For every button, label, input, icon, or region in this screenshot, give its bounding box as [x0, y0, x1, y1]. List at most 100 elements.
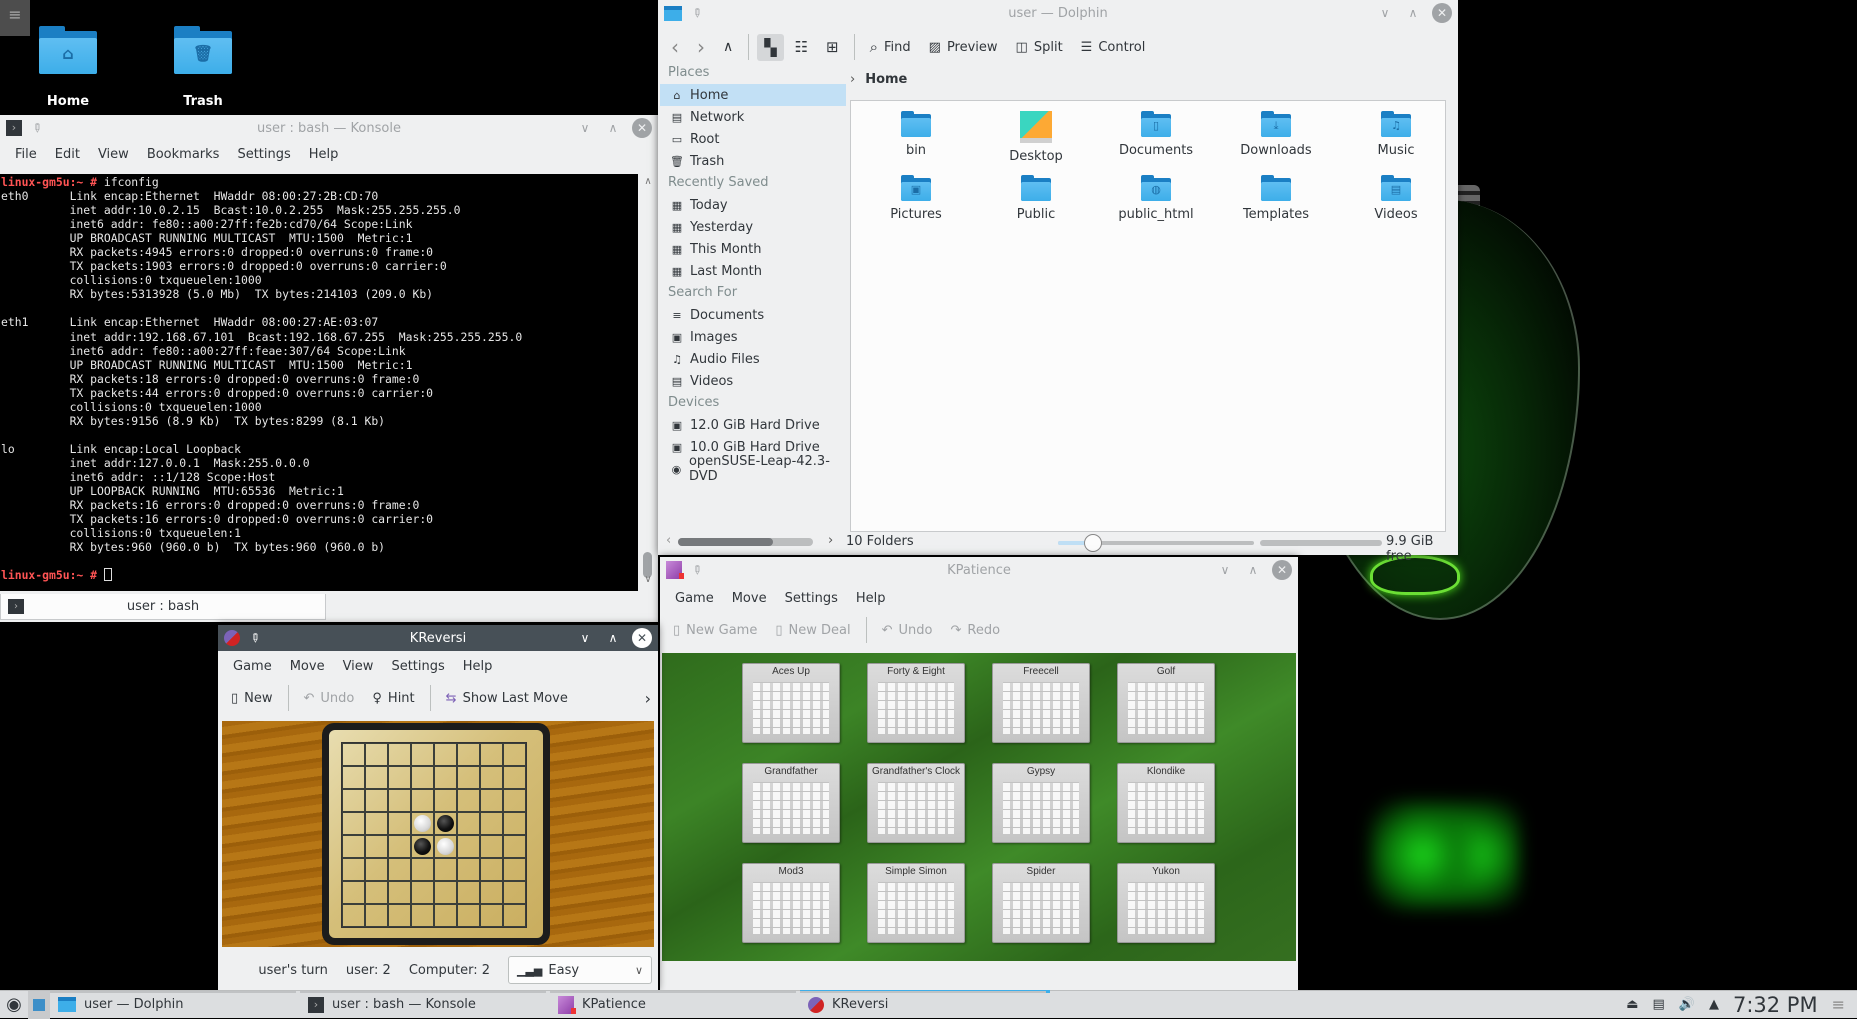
board-cell[interactable]: [411, 904, 434, 927]
file-view[interactable]: bin Desktop ▯ Documents ⤓ Downloads ♫ Music ▣ Pic…: [850, 100, 1446, 532]
minimize-button[interactable]: ∨: [1376, 4, 1394, 22]
game-spider[interactable]: Spider: [992, 863, 1090, 943]
split-button[interactable]: ◫ Split: [1009, 36, 1070, 59]
board-cell[interactable]: [365, 881, 388, 904]
board-cell[interactable]: [365, 789, 388, 812]
menu-edit[interactable]: Edit: [46, 147, 89, 162]
game-freecell[interactable]: Freecell: [992, 663, 1090, 743]
menu-settings[interactable]: Settings: [382, 659, 453, 674]
close-button[interactable]: ✕: [632, 118, 652, 138]
board-cell[interactable]: [480, 812, 503, 835]
close-button[interactable]: ✕: [632, 628, 652, 648]
clipboard-icon[interactable]: ▤: [1652, 997, 1664, 1012]
menu-game[interactable]: Game: [224, 659, 281, 674]
scroll-up-icon[interactable]: ∧: [638, 176, 658, 187]
recent-item-today[interactable]: ▦ Today: [658, 194, 846, 216]
board-cell[interactable]: [480, 835, 503, 858]
board-cell[interactable]: [434, 904, 457, 927]
application-launcher-icon[interactable]: ◉: [0, 994, 28, 1015]
board-cell[interactable]: [503, 858, 526, 881]
pin-icon[interactable]: ✎: [29, 119, 46, 136]
board-cell[interactable]: [457, 904, 480, 927]
board-cell[interactable]: [388, 789, 411, 812]
reversi-board[interactable]: [341, 742, 527, 928]
places-horizontal-scrollbar[interactable]: [678, 538, 813, 546]
file-item-documents[interactable]: ▯ Documents: [1101, 111, 1211, 158]
board-cell[interactable]: [480, 881, 503, 904]
board-cell[interactable]: [388, 904, 411, 927]
board-cell[interactable]: [480, 766, 503, 789]
board-cell[interactable]: [457, 812, 480, 835]
board-cell[interactable]: [365, 812, 388, 835]
recent-item-this-month[interactable]: ▦ This Month: [658, 238, 846, 260]
new-game-button[interactable]: ▯ New Game: [666, 619, 764, 642]
minimize-button[interactable]: ∨: [1216, 561, 1234, 579]
places-item-network[interactable]: ▤ Network: [658, 106, 846, 128]
game-golf[interactable]: Golf: [1117, 663, 1215, 743]
board-cell[interactable]: [480, 904, 503, 927]
task-kreversi[interactable]: KReversi: [800, 989, 1050, 1019]
file-item-pictures[interactable]: ▣ Pictures: [861, 175, 971, 222]
file-item-desktop[interactable]: Desktop: [981, 111, 1091, 164]
board-cell[interactable]: [342, 812, 365, 835]
file-item-music[interactable]: ♫ Music: [1341, 111, 1451, 158]
board-cell[interactable]: [503, 881, 526, 904]
find-button[interactable]: ⌕ Find: [863, 34, 918, 60]
board-cell[interactable]: [434, 858, 457, 881]
toolbar-overflow-button[interactable]: ›: [638, 685, 658, 712]
control-button[interactable]: ☰ Control: [1074, 36, 1153, 59]
board-cell[interactable]: [457, 743, 480, 766]
file-item-templates[interactable]: Templates: [1221, 175, 1331, 222]
board-cell[interactable]: [365, 743, 388, 766]
menu-game[interactable]: Game: [666, 591, 723, 606]
tray-expand-icon[interactable]: ▲: [1709, 997, 1719, 1012]
board-cell[interactable]: [388, 881, 411, 904]
menu-bookmarks[interactable]: Bookmarks: [138, 147, 229, 162]
places-item-home[interactable]: ⌂ Home: [660, 84, 846, 106]
board-cell[interactable]: [434, 835, 457, 858]
game-forty-eight[interactable]: Forty & Eight: [867, 663, 965, 743]
minimize-button[interactable]: ∨: [576, 119, 594, 137]
board-cell[interactable]: [365, 858, 388, 881]
pin-icon[interactable]: ✎: [247, 629, 264, 646]
board-cell[interactable]: [388, 766, 411, 789]
menu-settings[interactable]: Settings: [228, 147, 299, 162]
volume-icon[interactable]: 🔊: [1679, 997, 1695, 1012]
zoom-slider[interactable]: [1058, 534, 1254, 552]
board-cell[interactable]: [480, 858, 503, 881]
search-item-documents[interactable]: ≡ Documents: [658, 304, 846, 326]
breadcrumb[interactable]: › Home: [850, 72, 907, 87]
details-view-button[interactable]: ⊞: [819, 34, 846, 60]
desktop-icon-home[interactable]: ⌂ Home: [13, 26, 123, 109]
board-cell[interactable]: [480, 789, 503, 812]
close-button[interactable]: ✕: [1272, 560, 1292, 580]
board-cell[interactable]: [457, 858, 480, 881]
file-item-public-html[interactable]: ◍ public_html: [1101, 175, 1211, 222]
board-cell[interactable]: [503, 766, 526, 789]
board-cell[interactable]: [503, 904, 526, 927]
game-klondike[interactable]: Klondike: [1117, 763, 1215, 843]
task-konsole[interactable]: › user : bash — Konsole: [300, 990, 550, 1019]
undo-button[interactable]: ↶ Undo: [297, 687, 362, 710]
board-cell[interactable]: [342, 881, 365, 904]
terminal-scrollbar[interactable]: ∧ ∨: [638, 174, 658, 591]
hint-button[interactable]: ♀ Hint: [365, 687, 421, 710]
search-item-images[interactable]: ▣ Images: [658, 326, 846, 348]
board-cell[interactable]: [503, 743, 526, 766]
menu-help[interactable]: Help: [847, 591, 895, 606]
pin-icon[interactable]: ✎: [689, 561, 706, 578]
menu-help[interactable]: Help: [300, 147, 348, 162]
board-cell[interactable]: [503, 789, 526, 812]
device-item-12-0-gib-hard-drive[interactable]: ▣ 12.0 GiB Hard Drive: [658, 414, 846, 436]
minimize-button[interactable]: ∨: [576, 629, 594, 647]
scroll-right-icon[interactable]: ›: [828, 533, 833, 548]
clock[interactable]: 7:32 PM: [1733, 993, 1818, 1017]
board-cell[interactable]: [411, 835, 434, 858]
board-cell[interactable]: [342, 835, 365, 858]
file-item-downloads[interactable]: ⤓ Downloads: [1221, 111, 1331, 158]
board-cell[interactable]: [342, 858, 365, 881]
forward-button[interactable]: ›: [690, 31, 712, 63]
board-cell[interactable]: [457, 835, 480, 858]
tab-user-bash[interactable]: › user : bash: [0, 594, 326, 620]
file-item-public[interactable]: Public: [981, 175, 1091, 222]
